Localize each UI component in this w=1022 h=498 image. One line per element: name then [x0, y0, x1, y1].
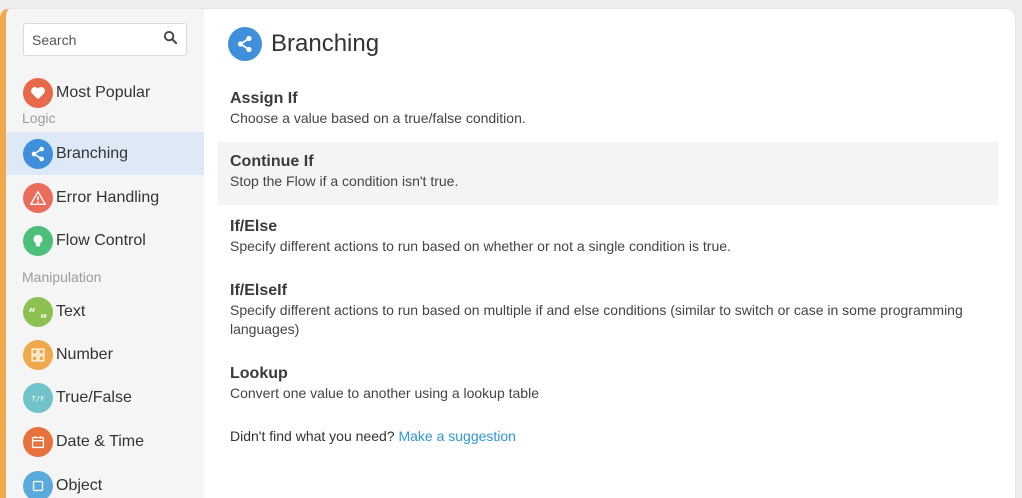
- sidebar-item-label: Error Handling: [56, 189, 159, 207]
- sidebar-item-label: Most Popular: [56, 84, 150, 102]
- section-label-manipulation: Manipulation: [22, 269, 101, 285]
- sidebar-item-number[interactable]: Number: [6, 333, 204, 376]
- action-name: Continue If: [230, 152, 986, 171]
- sidebar-item-label: Branching: [56, 145, 128, 163]
- action-continue-if[interactable]: Continue If Stop the Flow if a condition…: [218, 142, 998, 205]
- section-label-logic: Logic: [22, 110, 55, 126]
- sidebar-item-object[interactable]: Object: [6, 464, 204, 498]
- action-if-else[interactable]: If/Else Specify different actions to run…: [218, 207, 998, 269]
- sidebar-item-label: True/False: [56, 389, 132, 407]
- action-name: Lookup: [230, 364, 986, 383]
- action-description: Specify different actions to run based o…: [230, 301, 986, 339]
- action-description: Convert one value to another using a loo…: [230, 384, 986, 403]
- action-if-elseif[interactable]: If/ElseIf Specify different actions to r…: [218, 271, 998, 351]
- search-placeholder: Search: [32, 32, 163, 48]
- number-grid-icon: [23, 340, 53, 370]
- main-panel: Branching Assign If Choose a value based…: [204, 9, 1015, 498]
- svg-text:“ „: “ „: [29, 305, 47, 319]
- action-lookup[interactable]: Lookup Convert one value to another usin…: [218, 354, 998, 409]
- sidebar: Search Most Popular Logic Branching Erro…: [6, 9, 204, 498]
- page-title: Branching: [271, 30, 379, 58]
- sidebar-item-label: Date & Time: [56, 433, 144, 451]
- action-assign-if[interactable]: Assign If Choose a value based on a true…: [218, 79, 998, 141]
- sidebar-item-branching[interactable]: Branching: [6, 132, 204, 175]
- calendar-icon: [23, 427, 53, 457]
- sidebar-item-flow-control[interactable]: Flow Control: [6, 219, 204, 262]
- quote-icon: “ „: [23, 297, 53, 327]
- sidebar-item-label: Text: [56, 303, 85, 321]
- sidebar-item-error-handling[interactable]: Error Handling: [6, 176, 204, 219]
- true-false-icon: T/F: [23, 383, 53, 413]
- sidebar-item-most-popular[interactable]: Most Popular: [6, 71, 204, 114]
- sidebar-item-label: Flow Control: [56, 232, 146, 250]
- svg-text:T/F: T/F: [32, 394, 45, 403]
- footer-text: Didn't find what you need?: [230, 428, 395, 444]
- sidebar-item-true-false[interactable]: T/F True/False: [6, 376, 204, 419]
- search-icon[interactable]: [163, 30, 178, 50]
- heart-icon: [23, 78, 53, 108]
- action-name: Assign If: [230, 89, 986, 108]
- action-description: Specify different actions to run based o…: [230, 237, 986, 256]
- share-icon: [228, 27, 262, 61]
- suggestion-footer: Didn't find what you need? Make a sugges…: [230, 428, 516, 444]
- app-window: Search Most Popular Logic Branching Erro…: [0, 8, 1016, 498]
- sidebar-item-label: Number: [56, 346, 113, 364]
- page-header: Branching: [228, 27, 379, 61]
- sidebar-item-date-time[interactable]: Date & Time: [6, 420, 204, 463]
- warning-icon: [23, 183, 53, 213]
- action-description: Stop the Flow if a condition isn't true.: [230, 172, 986, 191]
- lightbulb-icon: [23, 226, 53, 256]
- sidebar-item-text[interactable]: “ „ Text: [6, 290, 204, 333]
- action-name: If/Else: [230, 217, 986, 236]
- object-icon: [23, 471, 53, 498]
- make-suggestion-link[interactable]: Make a suggestion: [398, 428, 516, 444]
- search-input[interactable]: Search: [23, 23, 187, 56]
- action-name: If/ElseIf: [230, 281, 986, 300]
- action-description: Choose a value based on a true/false con…: [230, 109, 986, 128]
- share-icon: [23, 139, 53, 169]
